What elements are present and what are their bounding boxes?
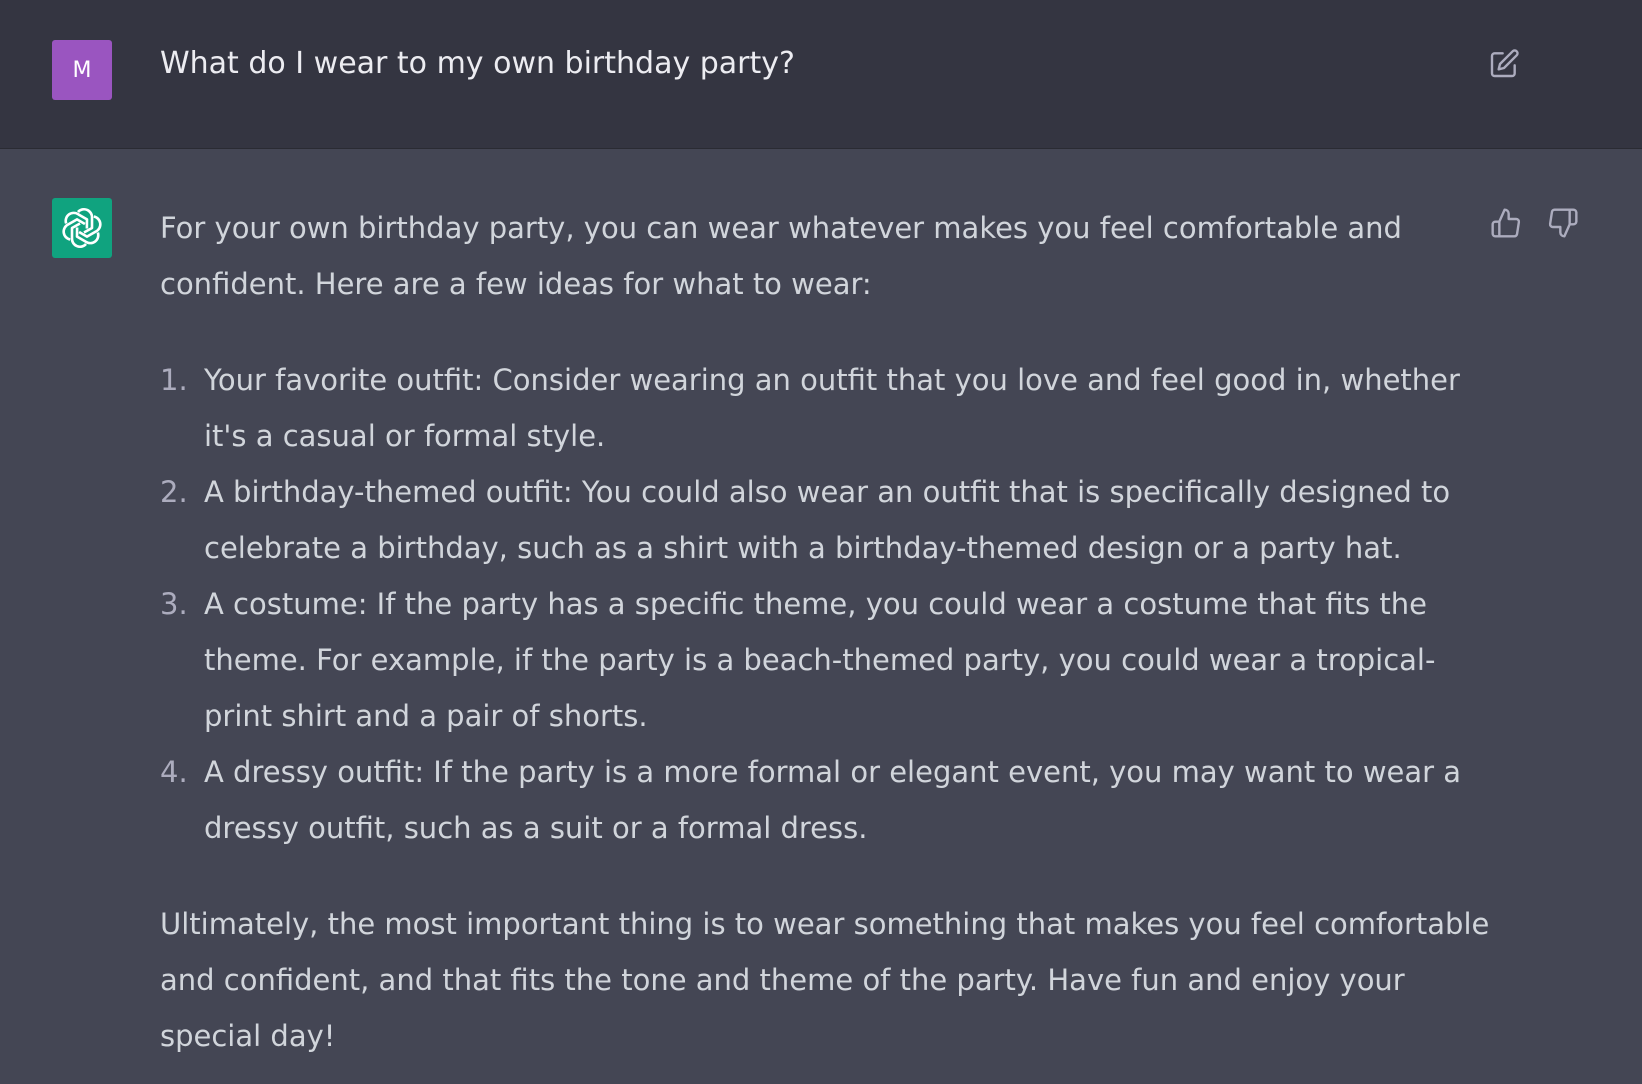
answer-intro: For your own birthday party, you can wea… [160,211,1402,301]
answer-conclusion: Ultimately, the most important thing is … [160,907,1490,1053]
user-avatar-letter: M [72,57,92,83]
edit-message-button[interactable] [1486,46,1522,82]
list-item-text: A dressy outfit: If the party is a more … [204,755,1462,845]
list-item: 4. A dressy outfit: If the party is a mo… [160,744,1490,856]
thumbs-down-icon [1548,208,1578,238]
list-item-number: 2. [160,475,188,509]
list-item-text: A birthday-themed outfit: You could also… [204,475,1451,565]
thumbs-down-button[interactable] [1545,205,1581,241]
list-item-text: Your favorite outfit: Consider wearing a… [204,363,1460,453]
assistant-message-text: For your own birthday party, you can wea… [160,200,1490,1064]
assistant-avatar [52,198,112,258]
thumbs-up-button[interactable] [1488,205,1524,241]
list-item-text: A costume: If the party has a specific t… [204,587,1436,733]
list-item: 3. A costume: If the party has a specifi… [160,576,1490,744]
thumbs-up-icon [1491,208,1521,238]
assistant-message-row: For your own birthday party, you can wea… [0,149,1642,1084]
list-item-number: 3. [160,587,188,621]
list-item-number: 1. [160,363,188,397]
answer-list: 1. Your favorite outfit: Consider wearin… [160,352,1490,856]
list-item-number: 4. [160,755,188,789]
user-message-row: M What do I wear to my own birthday part… [0,0,1642,149]
list-item: 1. Your favorite outfit: Consider wearin… [160,352,1490,464]
user-message-text: What do I wear to my own birthday party? [160,46,795,81]
openai-logo-icon [62,207,102,249]
list-item: 2. A birthday-themed outfit: You could a… [160,464,1490,576]
user-avatar: M [52,40,112,100]
edit-icon [1490,49,1519,78]
